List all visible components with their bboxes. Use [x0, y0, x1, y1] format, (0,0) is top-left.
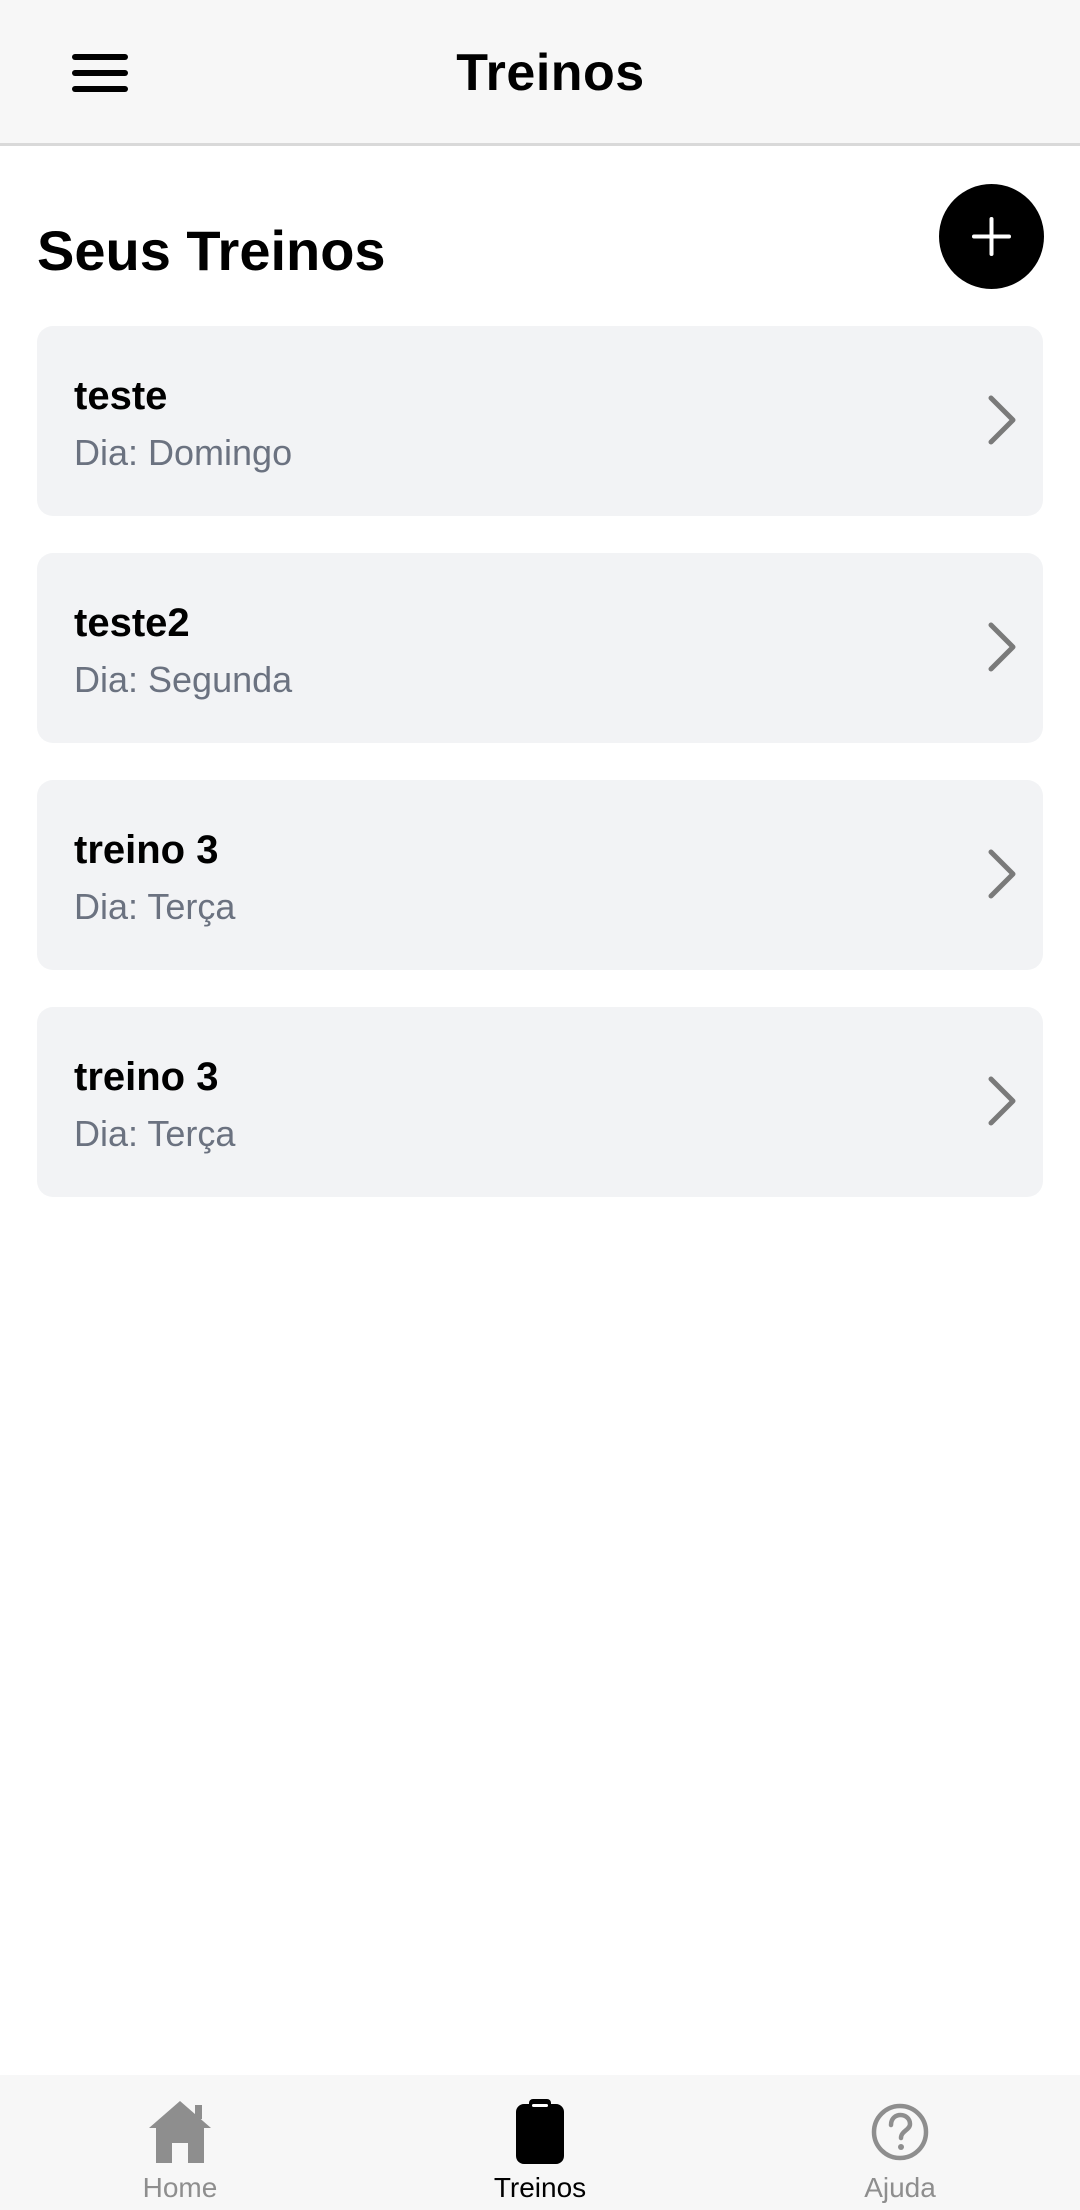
workout-day: Dia: Terça [74, 886, 236, 927]
nav-label-ajuda: Ajuda [864, 2172, 936, 2203]
hamburger-menu-icon[interactable] [58, 40, 142, 106]
workout-name: treino 3 [74, 1055, 219, 1099]
nav-label-home: Home [142, 2172, 218, 2203]
workout-card[interactable]: treino 3 Dia: Terça [37, 1007, 1043, 1197]
section-title: Seus Treinos [37, 219, 386, 282]
workout-card[interactable]: teste2 Dia: Segunda [37, 553, 1043, 743]
menu-line [72, 86, 128, 92]
workout-name: teste2 [74, 601, 190, 645]
add-workout-button[interactable] [939, 184, 1044, 289]
workout-day: Dia: Domingo [74, 432, 293, 473]
workout-day: Dia: Segunda [74, 659, 293, 700]
chevron-right-icon [988, 395, 1016, 445]
workout-card[interactable]: treino 3 Dia: Terça [37, 780, 1043, 970]
home-icon [149, 2101, 211, 2163]
workout-name: teste [74, 374, 168, 418]
bottom-navigation: Home Treinos Ajuda [0, 2075, 1080, 2210]
menu-line [72, 70, 128, 76]
clipboard-icon [516, 2099, 564, 2164]
nav-item-treinos[interactable]: Treinos [360, 2075, 720, 2210]
nav-label-treinos: Treinos [493, 2172, 587, 2203]
chevron-right-icon [988, 1076, 1016, 1126]
app-screen: Treinos Seus Treinos teste Dia: Domingo … [0, 0, 1080, 2210]
nav-item-ajuda[interactable]: Ajuda [720, 2075, 1080, 2210]
menu-line [72, 54, 128, 60]
chevron-right-icon [988, 849, 1016, 899]
help-circle-icon [871, 2103, 929, 2161]
workout-name: treino 3 [74, 828, 219, 872]
workout-list: teste Dia: Domingo teste2 Dia: Segunda t… [37, 326, 1043, 1234]
nav-item-home[interactable]: Home [0, 2075, 360, 2210]
page-title: Treinos [456, 44, 645, 102]
workout-card[interactable]: teste Dia: Domingo [37, 326, 1043, 516]
workout-day: Dia: Terça [74, 1113, 236, 1154]
top-app-bar: Treinos [0, 0, 1080, 146]
chevron-right-icon [988, 622, 1016, 672]
plus-icon [972, 217, 1011, 256]
